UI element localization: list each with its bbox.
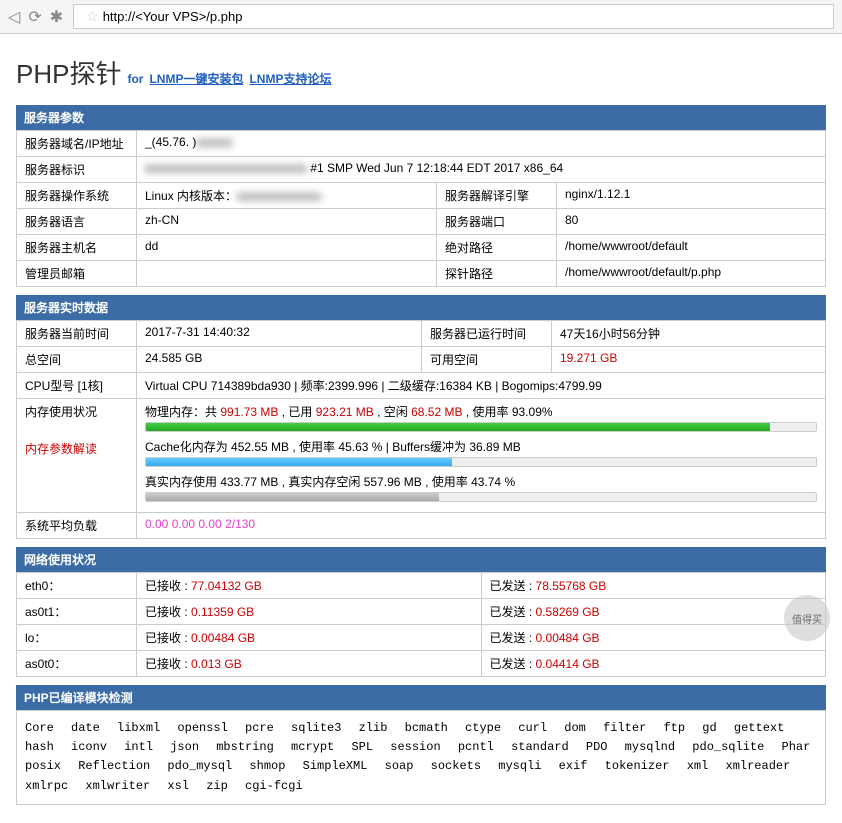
server-params-table: 服务器域名/IP地址 _(45.76. )xxxxxx 服务器标识 xxxxxx…	[16, 130, 826, 287]
label-cell: 服务器操作系统	[17, 183, 137, 209]
tx-cell: 已发送 : 0.04414 GB	[481, 651, 826, 677]
url-bar[interactable]: ☆ http://<Your VPS>/p.php	[73, 4, 834, 29]
mem-usage-label: 内存使用状况	[25, 403, 128, 420]
value-cell: /home/wwwroot/default/p.php	[556, 261, 825, 287]
table-row: as0t1： 已接收 : 0.11359 GB 已发送 : 0.58269 GB	[17, 599, 826, 625]
label-cell: 服务器域名/IP地址	[17, 131, 137, 157]
memory-cell: 物理内存：共 991.73 MB , 已用 923.21 MB , 空闲 68.…	[137, 399, 826, 513]
watermark-icon: 值得买	[784, 595, 830, 641]
tx-cell: 已发送 : 0.58269 GB	[481, 599, 826, 625]
label-cell: 绝对路径	[436, 235, 556, 261]
network-table: eth0： 已接收 : 77.04132 GB 已发送 : 78.55768 G…	[16, 572, 826, 677]
url-text: http://<Your VPS>/p.php	[103, 9, 243, 24]
mem-cache-bar	[145, 457, 817, 467]
section-header: 服务器实时数据	[16, 295, 826, 320]
value-cell: 80	[556, 209, 825, 235]
reload-button[interactable]: ⟳	[28, 7, 41, 27]
iface-cell: as0t1：	[17, 599, 137, 625]
label-cell: 服务器语言	[17, 209, 137, 235]
value-cell: 19.271 GB	[552, 347, 826, 373]
label-cell: 服务器已运行时间	[422, 321, 552, 347]
label-cell: 探针路径	[436, 261, 556, 287]
lnmp-forum-link[interactable]: LNMP支持论坛	[249, 70, 331, 87]
network-section: 网络使用状况 eth0： 已接收 : 77.04132 GB 已发送 : 78.…	[16, 547, 826, 677]
tx-cell: 已发送 : 78.55768 GB	[481, 573, 826, 599]
for-label: for	[127, 72, 143, 86]
tx-cell: 已发送 : 0.00484 GB	[481, 625, 826, 651]
section-header: 网络使用状况	[16, 547, 826, 572]
rx-cell: 已接收 : 0.00484 GB	[137, 625, 482, 651]
label-cell: 管理员邮箱	[17, 261, 137, 287]
label-cell: 服务器主机名	[17, 235, 137, 261]
server-params-section: 服务器参数 服务器域名/IP地址 _(45.76. )xxxxxx 服务器标识 …	[16, 105, 826, 287]
value-cell: Virtual CPU 714389bda930 | 频率:2399.996 |…	[137, 373, 826, 399]
back-button[interactable]: ◁	[8, 7, 20, 27]
section-header: 服务器参数	[16, 105, 826, 130]
value-cell: zh-CN	[137, 209, 437, 235]
rx-cell: 已接收 : 0.11359 GB	[137, 599, 482, 625]
mem-phys-text: 物理内存：共 991.73 MB , 已用 923.21 MB , 空闲 68.…	[145, 403, 817, 420]
home-button[interactable]: ✱	[50, 7, 63, 27]
value-cell: Linux 内核版本：xxxxxxxxxxxxxx	[137, 183, 437, 209]
label-cell: CPU型号 [1核]	[17, 373, 137, 399]
value-cell: xxxxxxxxxxxxxxxxxxxxxxxxxxx #1 SMP Wed J…	[137, 157, 826, 183]
bookmark-star-icon[interactable]: ☆	[82, 8, 103, 25]
label-cell: 系统平均负载	[17, 513, 137, 539]
value-cell: /home/wwwroot/default	[556, 235, 825, 261]
label-cell: 服务器标识	[17, 157, 137, 183]
label-cell: 内存使用状况 内存参数解读	[17, 399, 137, 513]
table-row: eth0： 已接收 : 77.04132 GB 已发送 : 78.55768 G…	[17, 573, 826, 599]
iface-cell: eth0：	[17, 573, 137, 599]
rx-cell: 已接收 : 0.013 GB	[137, 651, 482, 677]
lnmp-install-link[interactable]: LNMP一键安装包	[149, 70, 243, 87]
mem-real-bar	[145, 492, 817, 502]
mem-phys-bar	[145, 422, 817, 432]
realtime-section: 服务器实时数据 服务器当前时间 2017-7-31 14:40:32 服务器已运…	[16, 295, 826, 539]
realtime-table: 服务器当前时间 2017-7-31 14:40:32 服务器已运行时间 47天1…	[16, 320, 826, 539]
page-title: PHP探针	[16, 54, 121, 91]
modules-list: Core date libxml openssl pcre sqlite3 zl…	[16, 710, 826, 805]
label-cell: 总空间	[17, 347, 137, 373]
iface-cell: as0t0：	[17, 651, 137, 677]
value-cell: 47天16小时56分钟	[552, 321, 826, 347]
value-cell: 24.585 GB	[137, 347, 422, 373]
rx-cell: 已接收 : 77.04132 GB	[137, 573, 482, 599]
php-modules-section: PHP已编译模块检测 Core date libxml openssl pcre…	[16, 685, 826, 805]
value-cell: 2017-7-31 14:40:32	[137, 321, 422, 347]
page-header: PHP探针 for LNMP一键安装包 LNMP支持论坛	[16, 54, 826, 91]
label-cell: 服务器解译引擎	[436, 183, 556, 209]
label-cell: 服务器当前时间	[17, 321, 137, 347]
table-row: as0t0： 已接收 : 0.013 GB 已发送 : 0.04414 GB	[17, 651, 826, 677]
label-cell: 可用空间	[422, 347, 552, 373]
table-row: lo： 已接收 : 0.00484 GB 已发送 : 0.00484 GB	[17, 625, 826, 651]
value-cell: dd	[137, 235, 437, 261]
value-cell: _(45.76. )xxxxxx	[137, 131, 826, 157]
mem-params-link[interactable]: 内存参数解读	[25, 440, 128, 457]
section-header: PHP已编译模块检测	[16, 685, 826, 710]
iface-cell: lo：	[17, 625, 137, 651]
mem-real-text: 真实内存使用 433.77 MB , 真实内存空闲 557.96 MB , 使用…	[145, 473, 817, 490]
value-cell: 0.00 0.00 0.00 2/130	[137, 513, 826, 539]
mem-cache-text: Cache化内存为 452.55 MB , 使用率 45.63 % | Buff…	[145, 438, 817, 455]
label-cell: 服务器端口	[436, 209, 556, 235]
browser-toolbar: ◁ ⟳ ✱ ☆ http://<Your VPS>/p.php	[0, 0, 842, 34]
value-cell	[137, 261, 437, 287]
value-cell: nginx/1.12.1	[556, 183, 825, 209]
